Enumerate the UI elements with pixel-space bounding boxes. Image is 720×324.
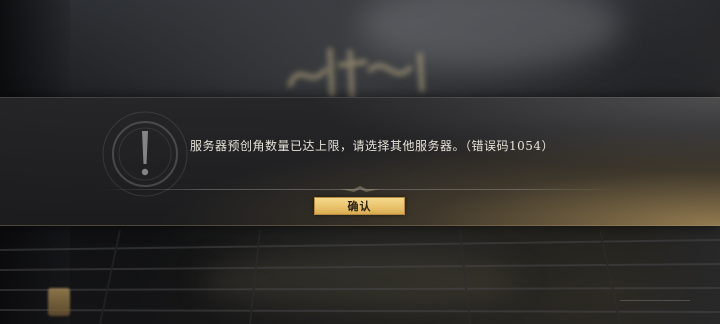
game-screen: 服务器预创角数量已达上限，请选择其他服务器。（错误码1054） 确认: [0, 0, 720, 324]
background-corner-tile: [48, 288, 70, 316]
error-dialog: 服务器预创角数量已达上限，请选择其他服务器。（错误码1054） 确认: [0, 97, 720, 226]
confirm-button-label: 确认: [347, 200, 372, 213]
dialog-bottom-edge: [0, 225, 720, 226]
background-calligraphy-decoration: [287, 47, 425, 100]
confirm-button[interactable]: 确认: [314, 197, 405, 215]
error-message: 服务器预创角数量已达上限，请选择其他服务器。（错误码1054）: [190, 139, 555, 153]
exclamation-icon: [102, 111, 188, 197]
divider-ornament: [340, 186, 380, 192]
background-hairline: [620, 300, 690, 301]
dialog-top-edge: [0, 97, 720, 98]
background-floor-lines: [0, 230, 720, 324]
